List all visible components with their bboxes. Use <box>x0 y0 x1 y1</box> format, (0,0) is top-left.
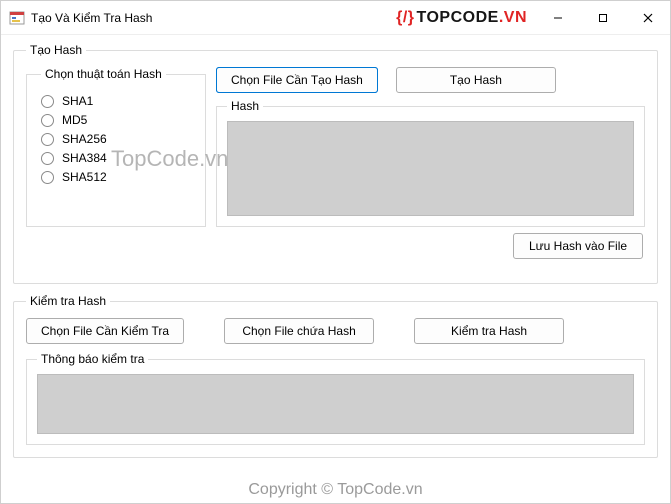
algorithm-group: Chọn thuật toán Hash SHA1 MD5 SHA256 <box>26 67 206 227</box>
algorithm-legend: Chọn thuật toán Hash <box>41 67 166 81</box>
window-title: Tạo Và Kiểm Tra Hash <box>31 11 152 25</box>
hash-output-legend: Hash <box>227 99 263 113</box>
create-hash-group: Tạo Hash Chọn thuật toán Hash SHA1 MD5 S… <box>13 43 658 284</box>
radio-label: MD5 <box>62 113 87 127</box>
check-hash-group: Kiểm tra Hash Chọn File Cần Kiểm Tra Chọ… <box>13 294 658 458</box>
radio-icon <box>41 133 54 146</box>
window-controls <box>535 1 670 35</box>
radio-label: SHA384 <box>62 151 107 165</box>
check-message-textarea[interactable] <box>37 374 634 434</box>
check-message-legend: Thông báo kiểm tra <box>37 352 148 366</box>
brand-logo: {/} TOPCODE.VN <box>396 9 527 27</box>
radio-sha512[interactable]: SHA512 <box>41 170 191 184</box>
radio-sha1[interactable]: SHA1 <box>41 94 191 108</box>
minimize-button[interactable] <box>535 1 580 35</box>
radio-label: SHA256 <box>62 132 107 146</box>
radio-icon <box>41 171 54 184</box>
check-hash-legend: Kiểm tra Hash <box>26 294 110 308</box>
radio-sha384[interactable]: SHA384 <box>41 151 191 165</box>
radio-icon <box>41 95 54 108</box>
choose-file-check-button[interactable]: Chọn File Cần Kiểm Tra <box>26 318 184 344</box>
choose-hash-file-button[interactable]: Chọn File chứa Hash <box>224 318 374 344</box>
maximize-button[interactable] <box>580 1 625 35</box>
create-hash-legend: Tạo Hash <box>26 43 86 57</box>
create-hash-button[interactable]: Tạo Hash <box>396 67 556 93</box>
radio-icon <box>41 152 54 165</box>
titlebar: Tạo Và Kiểm Tra Hash {/} TOPCODE.VN <box>1 1 670 35</box>
radio-label: SHA1 <box>62 94 93 108</box>
choose-file-create-button[interactable]: Chọn File Cần Tạo Hash <box>216 67 378 93</box>
check-message-group: Thông báo kiểm tra <box>26 352 645 445</box>
radio-icon <box>41 114 54 127</box>
watermark-bottom: Copyright © TopCode.vn <box>1 481 670 499</box>
app-window: Tạo Và Kiểm Tra Hash {/} TOPCODE.VN Tạo … <box>0 0 671 504</box>
radio-sha256[interactable]: SHA256 <box>41 132 191 146</box>
radio-md5[interactable]: MD5 <box>41 113 191 127</box>
close-button[interactable] <box>625 1 670 35</box>
save-hash-button[interactable]: Lưu Hash vào File <box>513 233 643 259</box>
client-area: Tạo Hash Chọn thuật toán Hash SHA1 MD5 S… <box>1 35 670 458</box>
radio-label: SHA512 <box>62 170 107 184</box>
check-hash-button[interactable]: Kiểm tra Hash <box>414 318 564 344</box>
hash-output-textarea[interactable] <box>227 121 634 216</box>
hash-output-group: Hash <box>216 99 645 227</box>
app-icon <box>9 10 25 26</box>
